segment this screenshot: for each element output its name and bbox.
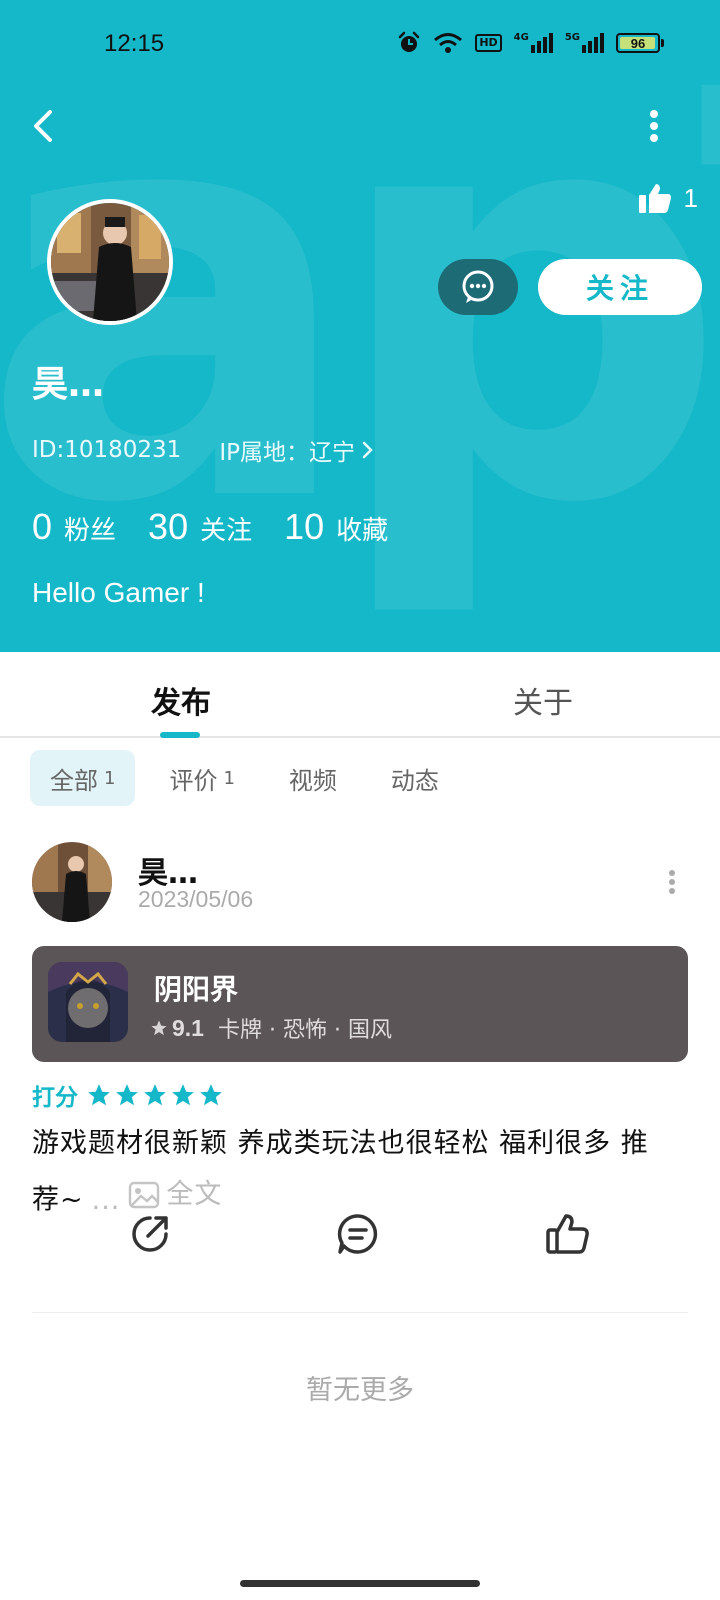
stat-fans-count: 0 (32, 506, 53, 547)
filter-reviews-label: 评价 (169, 766, 218, 795)
filter-moments[interactable]: 动态 (371, 750, 459, 806)
profile-likes[interactable]: 1 (638, 182, 698, 214)
stat-favorites-count: 10 (284, 506, 325, 547)
hd-badge: HD (475, 34, 502, 52)
share-icon (132, 1216, 168, 1252)
more-vertical-icon (650, 110, 658, 142)
comment-button[interactable] (334, 1210, 382, 1258)
no-more-label: 暂无更多 (306, 1375, 414, 1406)
chevron-left-icon (34, 110, 52, 142)
game-name: 阴阳界 (154, 973, 239, 1006)
stat-fans-label: 粉丝 (64, 516, 117, 546)
profile-tabs: 发布 关于 (0, 652, 720, 738)
status-icons: HD 4G 5G 96 (397, 31, 664, 55)
more-vertical-icon (669, 870, 675, 894)
rating-star-icon (200, 1084, 222, 1106)
ip-location-link[interactable]: IP属地：辽宁 (219, 433, 375, 467)
signal-5g-icon: 5G (565, 33, 604, 53)
profile-bio: Hello Gamer ! (32, 577, 205, 608)
user-id: ID:10180231 (32, 437, 182, 463)
post-author-avatar[interactable] (32, 842, 112, 922)
stat-following-count: 30 (148, 506, 189, 547)
ip-location: IP属地：辽宁 (219, 440, 355, 466)
id-row: ID:10180231 IP属地：辽宁 (32, 433, 375, 467)
review-body: 游戏题材很新颖 养成类玩法也很轻松 福利很多 推荐~ (32, 1128, 649, 1216)
rating-star-icon (116, 1084, 138, 1106)
network-4g-label: 4G (513, 32, 529, 43)
profile-header: apTa 12:15 HD 4G 5G 96 (0, 0, 720, 652)
thumbs-up-icon (546, 1214, 589, 1254)
filter-videos-label: 视频 (288, 766, 337, 795)
image-icon (129, 1181, 160, 1208)
post-date: 2023/05/06 (138, 886, 254, 912)
thumbs-up-icon (638, 184, 671, 213)
follow-button[interactable]: 关注 (538, 259, 702, 315)
stat-following[interactable]: 30 关注 (148, 506, 252, 548)
tab-publish[interactable]: 发布 (151, 678, 211, 722)
game-card[interactable]: 阴阳界 9.1 卡牌 · 恐怖 · 国风 (32, 946, 688, 1062)
filter-reviews-count: 1 (223, 767, 235, 789)
rating-stars (86, 1082, 226, 1108)
rating-label: 打分 (32, 1085, 78, 1111)
share-button[interactable] (126, 1210, 174, 1258)
like-button[interactable] (544, 1210, 592, 1258)
battery-level: 96 (630, 35, 646, 51)
rating-star-icon (88, 1084, 110, 1106)
profile-avatar[interactable] (47, 199, 173, 325)
stat-following-label: 关注 (200, 516, 253, 546)
tab-about[interactable]: 关于 (513, 678, 573, 722)
stat-favorites-label: 收藏 (336, 516, 389, 546)
wifi-icon (433, 31, 463, 55)
post-more-button[interactable] (664, 868, 680, 896)
active-tab-indicator (160, 732, 200, 738)
stat-fans[interactable]: 0 粉丝 (32, 506, 116, 548)
status-time: 12:15 (104, 30, 165, 57)
battery-icon: 96 (616, 33, 664, 53)
chevron-right-icon (362, 441, 373, 459)
network-5g-label: 5G (564, 32, 580, 43)
status-bar: 12:15 HD 4G 5G 96 (0, 0, 720, 90)
filter-all-count: 1 (104, 767, 116, 789)
home-indicator[interactable] (240, 1580, 480, 1587)
rating-star-icon (144, 1084, 166, 1106)
rating-row: 打分 (32, 1078, 226, 1112)
game-tags: 卡牌 · 恐怖 · 国风 (217, 1018, 392, 1043)
filter-videos[interactable]: 视频 (269, 750, 357, 806)
alarm-icon (397, 31, 421, 55)
message-button[interactable] (438, 259, 518, 315)
filter-reviews[interactable]: 评价 1 (149, 750, 254, 806)
comment-icon (337, 1214, 378, 1254)
post-divider (32, 1312, 688, 1313)
game-icon (48, 962, 128, 1042)
stat-favorites[interactable]: 10 收藏 (284, 506, 388, 548)
content-filters: 全部 1 评价 1 视频 动态 (30, 750, 473, 806)
star-icon (151, 1020, 167, 1036)
filter-all-label: 全部 (50, 766, 98, 795)
signal-4g-icon: 4G (514, 33, 553, 53)
profile-username: 昊… (32, 364, 105, 405)
filter-moments-label: 动态 (390, 766, 439, 795)
filter-all[interactable]: 全部 1 (30, 750, 136, 806)
profile-stats: 0 粉丝 30 关注 10 收藏 (32, 506, 420, 548)
like-count: 1 (683, 182, 698, 213)
back-button[interactable] (28, 104, 68, 148)
chat-bubble-icon (462, 270, 494, 303)
post-actions (0, 1210, 720, 1274)
more-options-button[interactable] (640, 104, 668, 148)
rating-star-icon (172, 1084, 194, 1106)
game-meta: 9.1 卡牌 · 恐怖 · 国风 (150, 1012, 392, 1044)
game-score: 9.1 (172, 1014, 204, 1041)
